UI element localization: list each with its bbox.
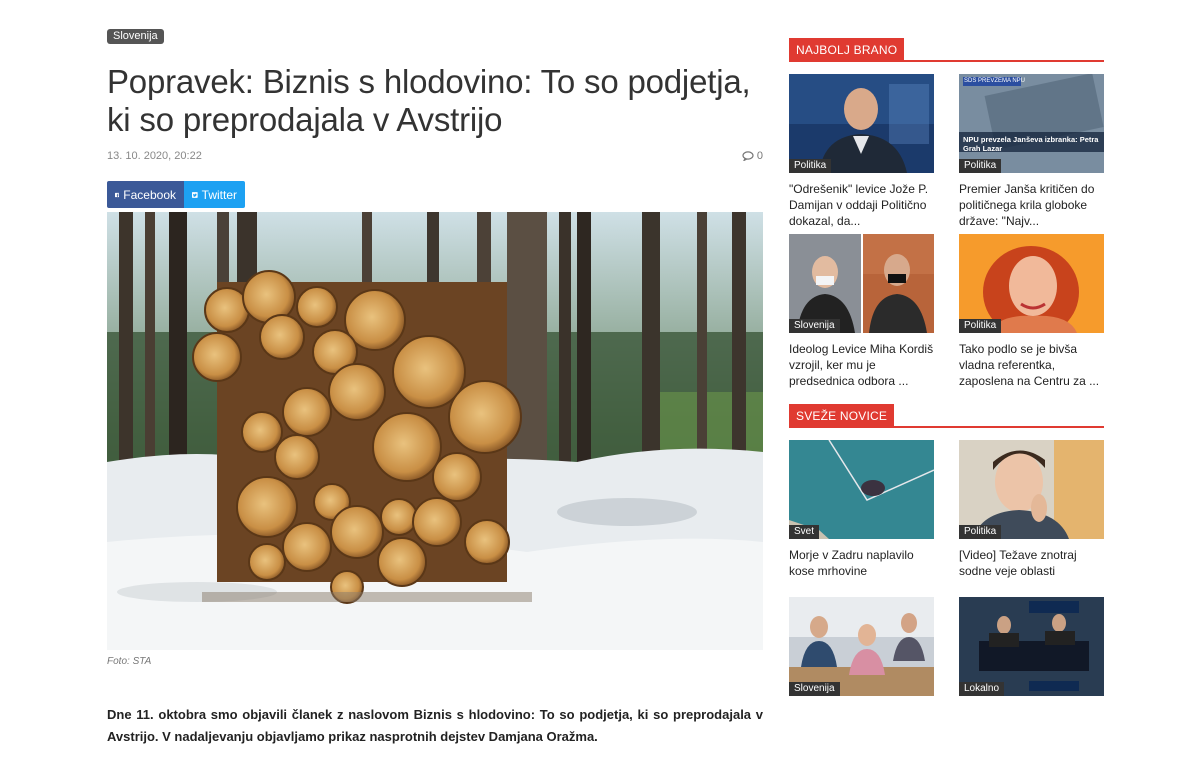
card-category-badge[interactable]: Slovenija — [789, 682, 840, 696]
comment-count: 0 — [756, 150, 763, 162]
fresh-news-card[interactable]: Politika [Video] Težave znotraj sodne ve… — [959, 440, 1104, 595]
facebook-icon — [115, 192, 120, 197]
card-category-badge[interactable]: Politika — [959, 525, 1002, 539]
comment-icon — [742, 151, 754, 161]
card-thumbnail[interactable]: Slovenija — [789, 597, 934, 696]
card-category-badge[interactable]: Politika — [959, 159, 1002, 173]
thumbnail-overlay-text: NPU prevzela Janševa izbranka: Petra Gra… — [963, 135, 1099, 153]
share-buttons: Facebook Twitter — [107, 181, 763, 208]
fresh-news-card[interactable]: Slovenija — [789, 597, 934, 696]
card-thumbnail[interactable]: Svet — [789, 440, 934, 539]
card-thumbnail[interactable]: Lokalno — [959, 597, 1104, 696]
facebook-share-button[interactable]: Facebook — [107, 181, 184, 208]
most-read-card[interactable]: SDS PREVZEMA NPU NPU prevzela Janševa iz… — [959, 74, 1104, 229]
twitter-label: Twitter — [201, 187, 237, 202]
card-title[interactable]: Morje v Zadru naplavilo kose mrhovine — [789, 547, 934, 595]
article-lead: Dne 11. oktobra smo objavili članek z na… — [107, 707, 763, 744]
card-title[interactable]: Ideolog Levice Miha Kordiš vzrojil, ker … — [789, 341, 934, 389]
card-thumbnail[interactable]: Politika — [789, 74, 934, 173]
most-read-card[interactable]: Slovenija Ideolog Levice Miha Kordiš vzr… — [789, 234, 934, 389]
card-thumbnail[interactable]: Slovenija — [789, 234, 934, 333]
card-category-badge[interactable]: Lokalno — [959, 682, 1005, 696]
card-category-badge[interactable]: Svet — [789, 525, 820, 539]
fresh-news-card[interactable]: Svet Morje v Zadru naplavilo kose mrhovi… — [789, 440, 934, 595]
sidebar: NAJBOLJ BRANO Politika "Odrešenik" levic… — [789, 38, 1104, 696]
article-title: Popravek: Biznis s hlodovino: To so podj… — [107, 63, 751, 138]
card-category-badge[interactable]: Politika — [789, 159, 832, 173]
category-tag[interactable]: Slovenija — [107, 29, 164, 44]
fresh-news-title: SVEŽE NOVICE — [789, 404, 895, 428]
fresh-news-card[interactable]: Lokalno — [959, 597, 1104, 696]
twitter-share-button[interactable]: Twitter — [184, 181, 245, 208]
most-read-grid: Politika "Odrešenik" levice Jože P. Dami… — [789, 74, 1104, 389]
article-meta: 13. 10. 2020, 20:22 0 — [107, 149, 763, 163]
fresh-news-grid: Svet Morje v Zadru naplavilo kose mrhovi… — [789, 440, 1104, 696]
hero-image-logs — [107, 212, 763, 650]
card-title[interactable]: [Video] Težave znotraj sodne veje oblast… — [959, 547, 1104, 595]
most-read-card[interactable]: Politika Tako podlo se je bivša vladna r… — [959, 234, 1104, 389]
facebook-label: Facebook — [123, 187, 176, 202]
card-thumbnail[interactable]: Politika — [959, 234, 1104, 333]
card-category-badge[interactable]: Slovenija — [789, 319, 840, 333]
publish-date: 13. 10. 2020, 20:22 — [107, 150, 202, 162]
most-read-title: NAJBOLJ BRANO — [789, 38, 905, 62]
comments-link[interactable]: 0 — [742, 150, 763, 162]
card-title[interactable]: "Odrešenik" levice Jože P. Damijan v odd… — [789, 181, 934, 229]
thumbnail-overlay-tag: SDS PREVZEMA NPU — [964, 78, 1026, 84]
card-category-badge[interactable]: Politika — [959, 319, 1002, 333]
article: Slovenija Popravek: Biznis s hlodovino: … — [107, 26, 763, 748]
most-read-heading: NAJBOLJ BRANO — [789, 38, 1104, 62]
fresh-news-heading: SVEŽE NOVICE — [789, 404, 1104, 428]
card-thumbnail[interactable]: SDS PREVZEMA NPU NPU prevzela Janševa iz… — [959, 74, 1104, 173]
photo-credit: Foto: STA — [107, 656, 152, 667]
card-thumbnail[interactable]: Politika — [959, 440, 1104, 539]
card-title[interactable]: Tako podlo se je bivša vladna referentka… — [959, 341, 1104, 389]
card-title[interactable]: Premier Janša kritičen do političnega kr… — [959, 181, 1104, 229]
twitter-icon — [192, 191, 198, 198]
most-read-card[interactable]: Politika "Odrešenik" levice Jože P. Dami… — [789, 74, 934, 229]
